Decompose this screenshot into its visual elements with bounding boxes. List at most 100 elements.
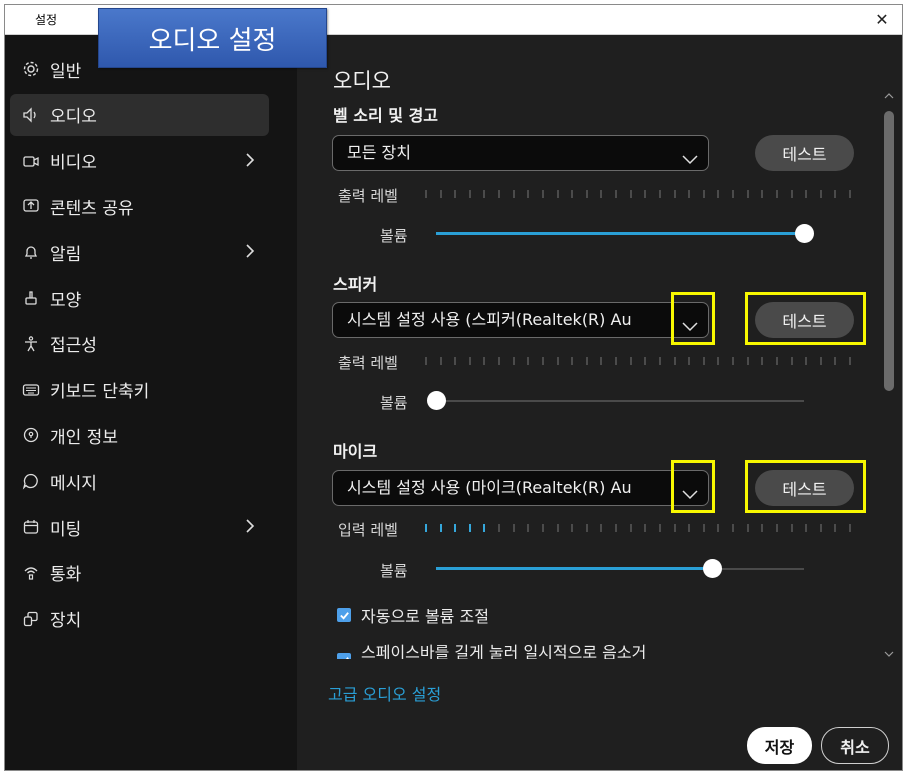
- level-tick: [658, 190, 661, 198]
- devices-icon: [10, 610, 44, 628]
- sidebar-item-label: 접근성: [50, 336, 97, 357]
- ringer-volume-slider[interactable]: [436, 224, 814, 244]
- level-tick: [454, 524, 457, 532]
- ringer-test-button[interactable]: 테스트: [755, 135, 854, 171]
- level-tick: [615, 524, 618, 532]
- brush-icon: [10, 289, 44, 307]
- sidebar-item[interactable]: 모양: [10, 277, 269, 319]
- slider-fill: [436, 567, 712, 570]
- sidebar-item[interactable]: 장치: [10, 598, 269, 640]
- sidebar-item[interactable]: 개인 정보: [10, 414, 269, 456]
- slider-thumb[interactable]: [427, 391, 446, 410]
- sidebar-item[interactable]: 접근성: [10, 323, 269, 365]
- audio-settings-banner: 오디오 설정: [98, 8, 327, 68]
- level-tick: [600, 190, 603, 198]
- slider-thumb[interactable]: [703, 559, 722, 578]
- close-icon[interactable]: ✕: [870, 7, 894, 31]
- slider-fill: [436, 232, 804, 235]
- sidebar-item-label: 키보드 단축키: [50, 382, 150, 403]
- scrollbar[interactable]: [880, 91, 896, 661]
- level-tick: [483, 357, 486, 365]
- sidebar-item-label: 통화: [50, 565, 82, 586]
- save-button[interactable]: 저장: [747, 727, 812, 764]
- phone-icon: [10, 564, 44, 582]
- level-tick: [775, 357, 778, 365]
- speaker-device-select[interactable]: 시스템 설정 사용 (스피커(Realtek(R) Au: [332, 302, 709, 338]
- scrollbar-thumb[interactable]: [884, 111, 894, 391]
- advanced-audio-settings-link[interactable]: 고급 오디오 설정: [328, 681, 441, 705]
- level-tick: [673, 190, 676, 198]
- speaker-volume-slider[interactable]: [427, 391, 804, 411]
- ringer-output-level-meter: [425, 190, 851, 200]
- speaker-device-value: 시스템 설정 사용 (스피커(Realtek(R) Au: [347, 310, 632, 329]
- video-camera-icon: [10, 152, 44, 170]
- audio-settings-panel: 오디오 벨 소리 및 경고 모든 장치 테스트 출력 레벨 볼륨 스피커 시스템…: [297, 35, 902, 770]
- level-tick: [805, 524, 808, 532]
- auto-volume-checkbox-row[interactable]: 자동으로 볼륨 조절: [337, 603, 489, 627]
- level-tick: [790, 190, 793, 198]
- clipped-checkbox-area: 스페이스바를 길게 눌러 일시적으로 음소거: [297, 631, 877, 659]
- cancel-button[interactable]: 취소: [821, 727, 889, 764]
- message-icon: [10, 472, 44, 490]
- sidebar-item[interactable]: 알림: [10, 231, 269, 273]
- level-tick: [746, 190, 749, 198]
- level-tick: [498, 524, 501, 532]
- page-title: 오디오: [333, 69, 391, 93]
- slider-thumb[interactable]: [795, 224, 814, 243]
- level-tick: [849, 524, 851, 532]
- sidebar-item-label: 메시지: [50, 473, 97, 494]
- space-mute-checkbox-row[interactable]: 스페이스바를 길게 눌러 일시적으로 음소거: [337, 635, 646, 659]
- space-mute-checkbox[interactable]: [337, 653, 351, 659]
- level-tick: [688, 357, 691, 365]
- chevron-down-icon: [682, 145, 698, 170]
- sidebar-item-label: 오디오: [50, 107, 97, 128]
- level-tick: [585, 357, 588, 365]
- level-tick: [512, 357, 515, 365]
- level-tick: [658, 524, 661, 532]
- settings-window: 설정 ✕ 일반 오디오 비디오 콘텐츠 공유 알림 모양 접근성 키보드 단축키 개인 정보 메시…: [4, 4, 903, 771]
- slider-track: [436, 400, 804, 402]
- ringer-device-select[interactable]: 모든 장치: [332, 135, 709, 171]
- level-tick: [673, 524, 676, 532]
- level-tick: [527, 357, 530, 365]
- sidebar-item[interactable]: 오디오: [10, 93, 269, 136]
- sidebar-item[interactable]: 미팅: [10, 506, 269, 548]
- level-tick: [541, 190, 544, 198]
- sidebar-item[interactable]: 키보드 단축키: [10, 369, 269, 411]
- ringer-volume-label: 볼륨: [380, 227, 408, 245]
- microphone-volume-label: 볼륨: [380, 562, 408, 580]
- level-tick: [585, 524, 588, 532]
- keyboard-icon: [10, 381, 44, 399]
- level-tick: [688, 524, 691, 532]
- space-mute-label: 스페이스바를 길게 눌러 일시적으로 음소거: [361, 643, 647, 659]
- level-tick: [761, 190, 764, 198]
- microphone-device-select[interactable]: 시스템 설정 사용 (마이크(Realtek(R) Au: [332, 470, 709, 506]
- sidebar-item[interactable]: 통화: [10, 552, 269, 594]
- level-tick: [425, 190, 427, 198]
- level-tick: [483, 524, 486, 532]
- level-tick: [702, 524, 705, 532]
- level-tick: [468, 524, 471, 532]
- sidebar-item[interactable]: 메시지: [10, 460, 269, 502]
- chevron-right-icon: [245, 243, 255, 264]
- microphone-volume-slider[interactable]: [436, 559, 804, 579]
- auto-volume-checkbox[interactable]: [337, 608, 351, 622]
- level-tick: [717, 357, 720, 365]
- sidebar-item-label: 일반: [50, 61, 82, 82]
- level-tick: [775, 524, 778, 532]
- level-tick: [571, 524, 574, 532]
- level-tick: [761, 524, 764, 532]
- level-tick: [834, 190, 837, 198]
- speaker-icon: [10, 106, 44, 124]
- scroll-down-icon[interactable]: [882, 649, 896, 659]
- level-tick: [512, 524, 515, 532]
- level-tick: [483, 190, 486, 198]
- chevron-right-icon: [245, 518, 255, 539]
- scroll-up-icon[interactable]: [882, 91, 896, 101]
- sidebar-item[interactable]: 비디오: [10, 140, 269, 182]
- level-tick: [600, 524, 603, 532]
- sidebar-item[interactable]: 콘텐츠 공유: [10, 185, 269, 227]
- level-tick: [644, 524, 647, 532]
- level-tick: [468, 357, 471, 365]
- level-tick: [819, 190, 822, 198]
